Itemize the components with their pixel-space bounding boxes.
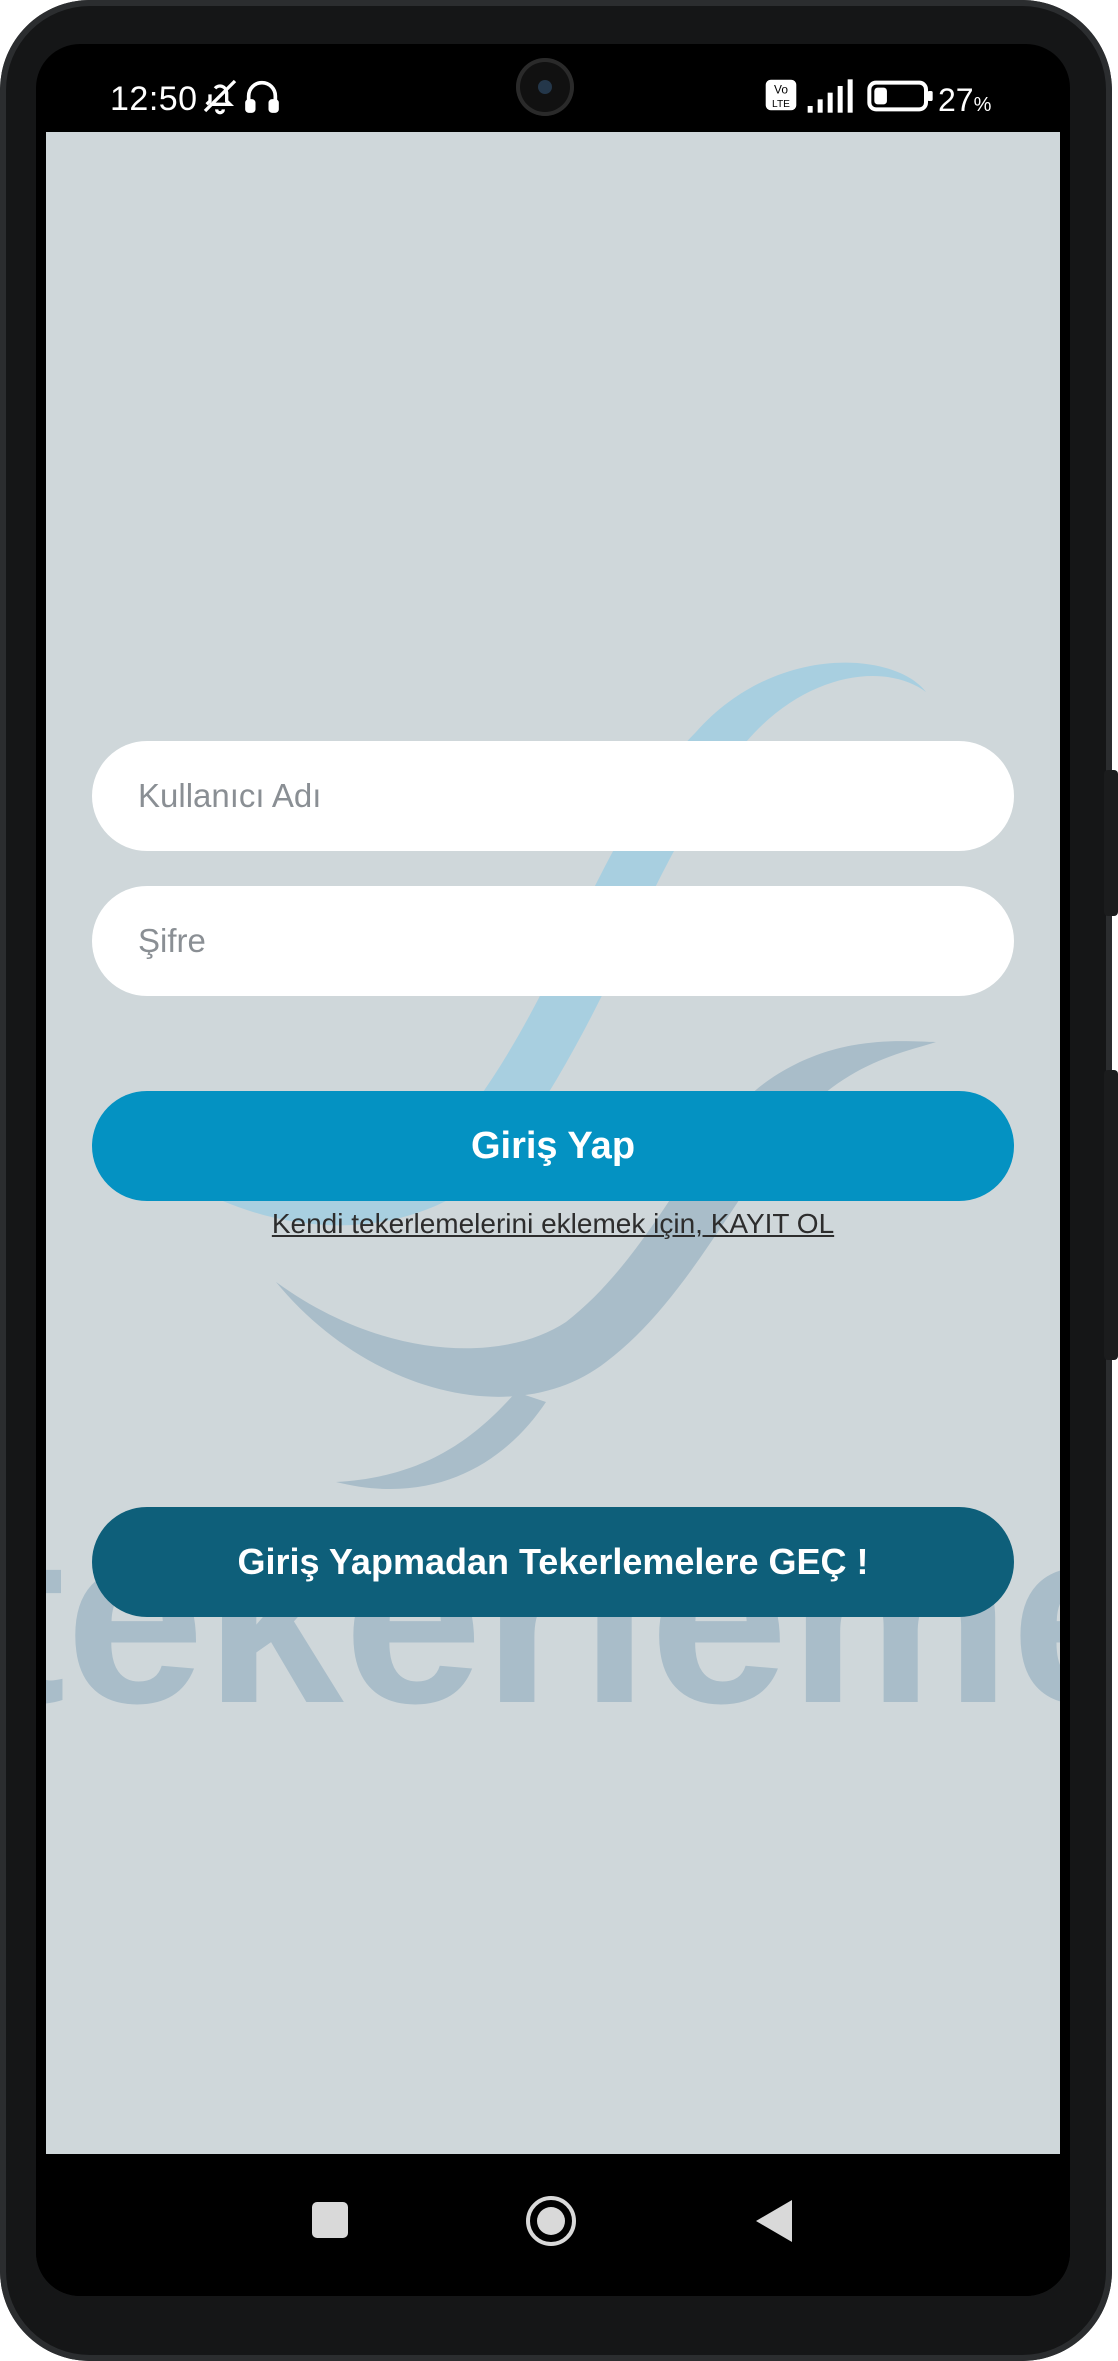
navigation-bar [36,2154,1070,2296]
front-camera [516,58,574,116]
power-button [1104,1070,1118,1360]
password-input[interactable] [92,886,1014,996]
register-link[interactable]: Kendi tekerlemelerini eklemek için, KAYI… [46,1208,1060,1240]
battery-unit: % [973,94,992,116]
battery-value: 27 [938,82,974,118]
username-input[interactable] [92,741,1014,851]
skip-login-button[interactable]: Giriş Yapmadan Tekerlemelere GEÇ ! [92,1507,1014,1617]
volume-button [1104,770,1118,916]
login-screen: tekerleme Giriş Yap Kendi tekerlemelerin… [46,132,1060,2154]
volte-icon: Vo LTE [764,78,798,112]
back-icon[interactable] [752,2198,796,2249]
login-button[interactable]: Giriş Yap [92,1091,1014,1201]
battery-icon [866,76,936,116]
bell-off-icon [200,76,240,116]
svg-text:LTE: LTE [772,99,790,110]
status-bar: 12:50 Vo LTE 27% [36,44,1070,132]
screen: 12:50 Vo LTE 27% Kullanıcı Adı Giriş Yap… [36,44,1070,2296]
battery-percent: 27% [938,82,991,119]
headphones-icon [242,76,282,116]
logo-swoosh-dark-tail [336,1392,546,1490]
home-icon[interactable] [524,2194,578,2253]
recent-apps-icon[interactable] [310,2200,350,2245]
svg-text:Vo: Vo [774,82,788,96]
signal-icon [806,76,856,116]
status-time: 12:50 [110,80,198,118]
